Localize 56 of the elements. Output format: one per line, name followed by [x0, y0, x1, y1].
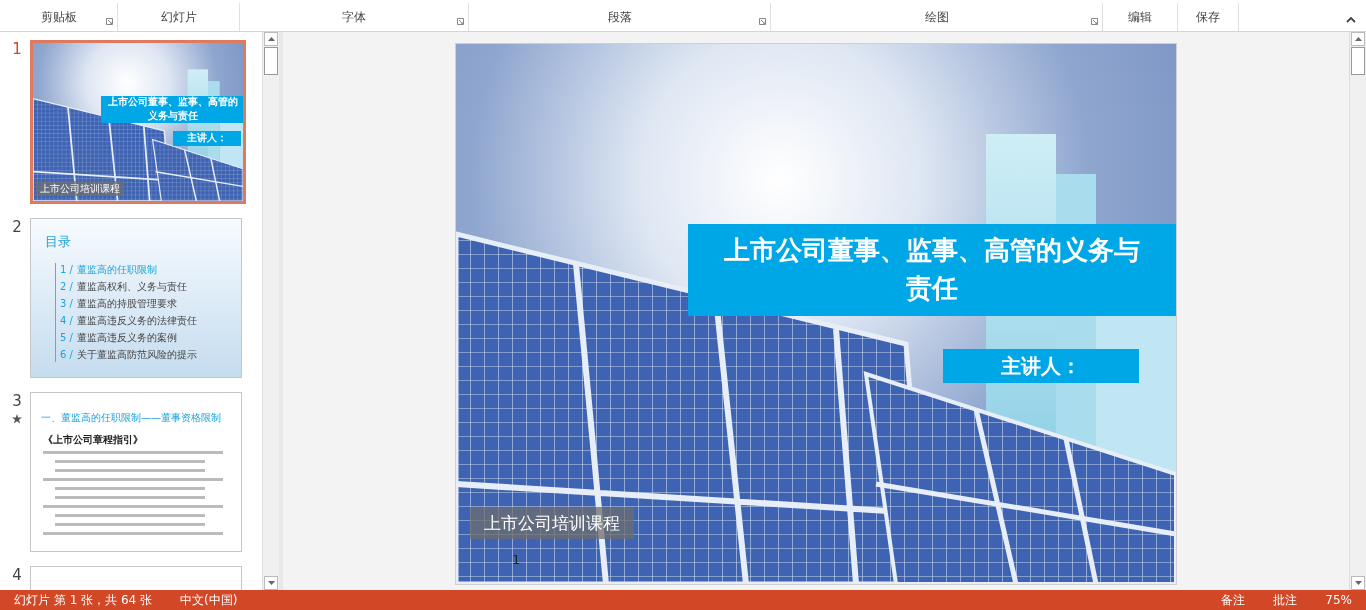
- footer-label: 上市公司培训课程: [470, 507, 634, 539]
- slide-thumbnail[interactable]: 一、董监高的任职限制——董事资格限制 《上市公司章程指引》: [30, 392, 242, 552]
- toc-number: 6 /: [60, 349, 73, 360]
- dialog-launcher-icon[interactable]: [106, 18, 113, 25]
- zoom-level[interactable]: 75%: [1325, 593, 1352, 607]
- toc-item: 董监高违反义务的法律责任: [76, 314, 197, 328]
- toc-number: 1 /: [60, 264, 73, 275]
- slide-count-status: 幻灯片 第 1 张，共 64 张: [14, 591, 152, 609]
- language-status[interactable]: 中文(中国): [180, 591, 238, 609]
- collapse-ribbon-icon[interactable]: [1346, 16, 1356, 23]
- dialog-launcher-icon[interactable]: [759, 18, 766, 25]
- presenter-label: 主讲人：: [173, 131, 241, 146]
- scroll-up-button[interactable]: [1351, 32, 1365, 46]
- slide-thumbnail[interactable]: 目录 1 / 董监高的任职限制 2 / 董监高权利、义务与责任 3 / 董监高的持股管理要求 4 / 董监高违反义务的法律责任 5 / 董监高违反义务的案例 6 / 关于董监高防范风险的提示: [30, 218, 242, 378]
- ribbon-group-label: 幻灯片: [160, 8, 197, 26]
- slide-number: 4: [12, 566, 22, 584]
- presenter-label: 主讲人：: [943, 349, 1139, 383]
- scroll-up-button[interactable]: [264, 32, 278, 46]
- toc-number: 4 /: [60, 315, 73, 326]
- triangle-up-icon: [1354, 37, 1362, 41]
- toc-heading: 目录: [45, 233, 71, 251]
- ribbon-group-label: 绘图: [924, 8, 949, 26]
- toc-item: 关于董监高防范风险的提示: [76, 348, 197, 362]
- scrollbar-thumb[interactable]: [264, 47, 278, 75]
- ribbon-group-label: 编辑: [1128, 8, 1152, 26]
- slide-number: 1: [12, 40, 22, 58]
- slide-heading: 一、董监高的任职限制——董事资格限制: [41, 411, 221, 425]
- toc-item: 董监高权利、义务与责任: [76, 280, 187, 294]
- toc-number: 5 /: [60, 332, 73, 343]
- toc-item: 董监高的持股管理要求: [76, 297, 177, 311]
- scroll-down-button[interactable]: [264, 576, 278, 590]
- scrollbar-thumb[interactable]: [1351, 47, 1365, 75]
- triangle-down-icon: [267, 581, 275, 585]
- scroll-down-button[interactable]: [1351, 576, 1365, 590]
- slide-number: 3: [12, 392, 22, 410]
- page-number: 1: [512, 552, 521, 567]
- dialog-launcher-icon[interactable]: [457, 18, 464, 25]
- triangle-up-icon: [267, 37, 275, 41]
- dialog-launcher-icon[interactable]: [1091, 18, 1098, 25]
- triangle-down-icon: [1354, 581, 1362, 585]
- footer-label: 上市公司培训课程: [36, 181, 124, 196]
- ribbon-group-label: 段落: [607, 8, 632, 26]
- slide-number: 2: [12, 218, 22, 236]
- toc-number: 3 /: [60, 298, 73, 309]
- notes-button[interactable]: 备注: [1221, 591, 1246, 609]
- toc-number: 2 /: [60, 281, 73, 292]
- ribbon-group-label: 字体: [342, 8, 366, 26]
- slide-title: 上市公司董事、监事、高管的义务与责任: [688, 224, 1176, 316]
- comments-button[interactable]: 批注: [1273, 591, 1298, 609]
- toc-item: 董监高违反义务的案例: [76, 331, 177, 345]
- slide-title: 上市公司董事、监事、高管的义务与责任: [101, 95, 243, 123]
- slide-thumbnail[interactable]: 上市公司董事、监事、高管的义务与责任 主讲人： 上市公司培训课程: [30, 40, 246, 204]
- toc-item: 董监高的任职限制: [76, 263, 157, 277]
- ribbon-group-label: 剪贴板: [40, 8, 77, 26]
- ribbon-group-label: 保存: [1196, 8, 1220, 26]
- source-title: 《上市公司章程指引》: [43, 433, 143, 447]
